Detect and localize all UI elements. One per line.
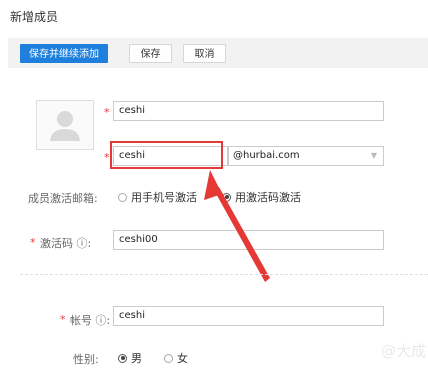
activation-option-phone[interactable]: 用手机号激活 xyxy=(118,189,197,205)
required-mark: * xyxy=(104,106,110,119)
gender-option-male[interactable]: 男 xyxy=(118,350,142,366)
save-and-continue-button[interactable]: 保存并继续添加 xyxy=(20,44,108,63)
cancel-button[interactable]: 取消 xyxy=(183,44,226,63)
radio-button[interactable] xyxy=(118,192,127,202)
annotation-arrow-icon xyxy=(204,170,270,282)
radio-button[interactable] xyxy=(164,353,173,363)
required-mark: * xyxy=(30,236,36,249)
avatar[interactable] xyxy=(36,100,94,150)
toolbar: 保存并继续添加 保存 取消 xyxy=(8,38,428,68)
gender-label: 性别: xyxy=(73,353,99,366)
page-title: 新增成员 xyxy=(10,10,59,24)
user-silhouette-icon xyxy=(50,111,80,141)
watermark: @大成 xyxy=(380,342,426,360)
radio-button[interactable] xyxy=(118,353,127,363)
divider xyxy=(20,274,428,275)
save-button[interactable]: 保存 xyxy=(129,44,172,63)
name-input[interactable]: ceshi xyxy=(113,101,384,121)
account-input[interactable]: ceshi xyxy=(113,306,384,326)
activation-code-label: 激活码 ⓘ: xyxy=(40,237,92,250)
chevron-down-icon: ▼ xyxy=(370,151,377,160)
required-mark: * xyxy=(104,151,110,164)
required-mark: * xyxy=(60,313,66,326)
account-label: 帐号 ⓘ: xyxy=(70,314,111,327)
gender-option-female[interactable]: 女 xyxy=(164,350,188,366)
activation-label: 成员激活邮箱: xyxy=(28,192,98,205)
